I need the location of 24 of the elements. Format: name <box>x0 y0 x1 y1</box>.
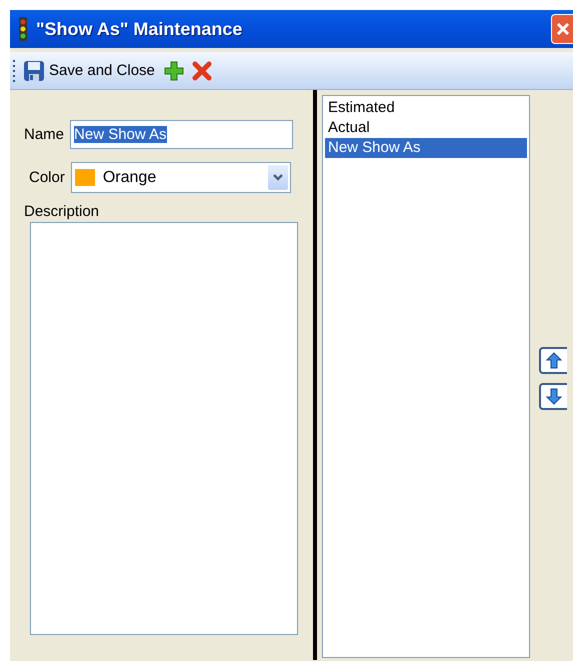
name-field[interactable]: New Show As <box>70 120 294 149</box>
traffic-light-icon <box>18 17 28 41</box>
up-arrow-icon <box>546 352 562 369</box>
show-as-list[interactable]: Estimated Actual New Show As <box>322 95 530 658</box>
close-button[interactable] <box>551 14 573 44</box>
chevron-down-icon <box>272 174 283 182</box>
move-down-button[interactable] <box>539 383 567 410</box>
color-dropdown[interactable]: Orange <box>70 162 291 193</box>
window-title: "Show As" Maintenance <box>36 18 242 40</box>
plus-icon <box>162 60 185 82</box>
add-button[interactable] <box>162 60 185 82</box>
down-arrow-icon <box>546 388 562 405</box>
description-field[interactable] <box>30 222 298 635</box>
list-item[interactable]: Estimated <box>325 98 527 118</box>
save-and-close-button[interactable]: Save and Close <box>21 60 157 82</box>
color-label: Color <box>29 169 65 186</box>
delete-icon <box>190 60 213 82</box>
list-item[interactable]: New Show As <box>325 138 527 158</box>
description-label: Description <box>24 203 100 220</box>
list-item[interactable]: Actual <box>325 118 527 138</box>
delete-button[interactable] <box>190 60 213 82</box>
name-label: Name <box>24 126 64 143</box>
close-icon <box>556 22 570 36</box>
move-up-button[interactable] <box>539 347 567 374</box>
